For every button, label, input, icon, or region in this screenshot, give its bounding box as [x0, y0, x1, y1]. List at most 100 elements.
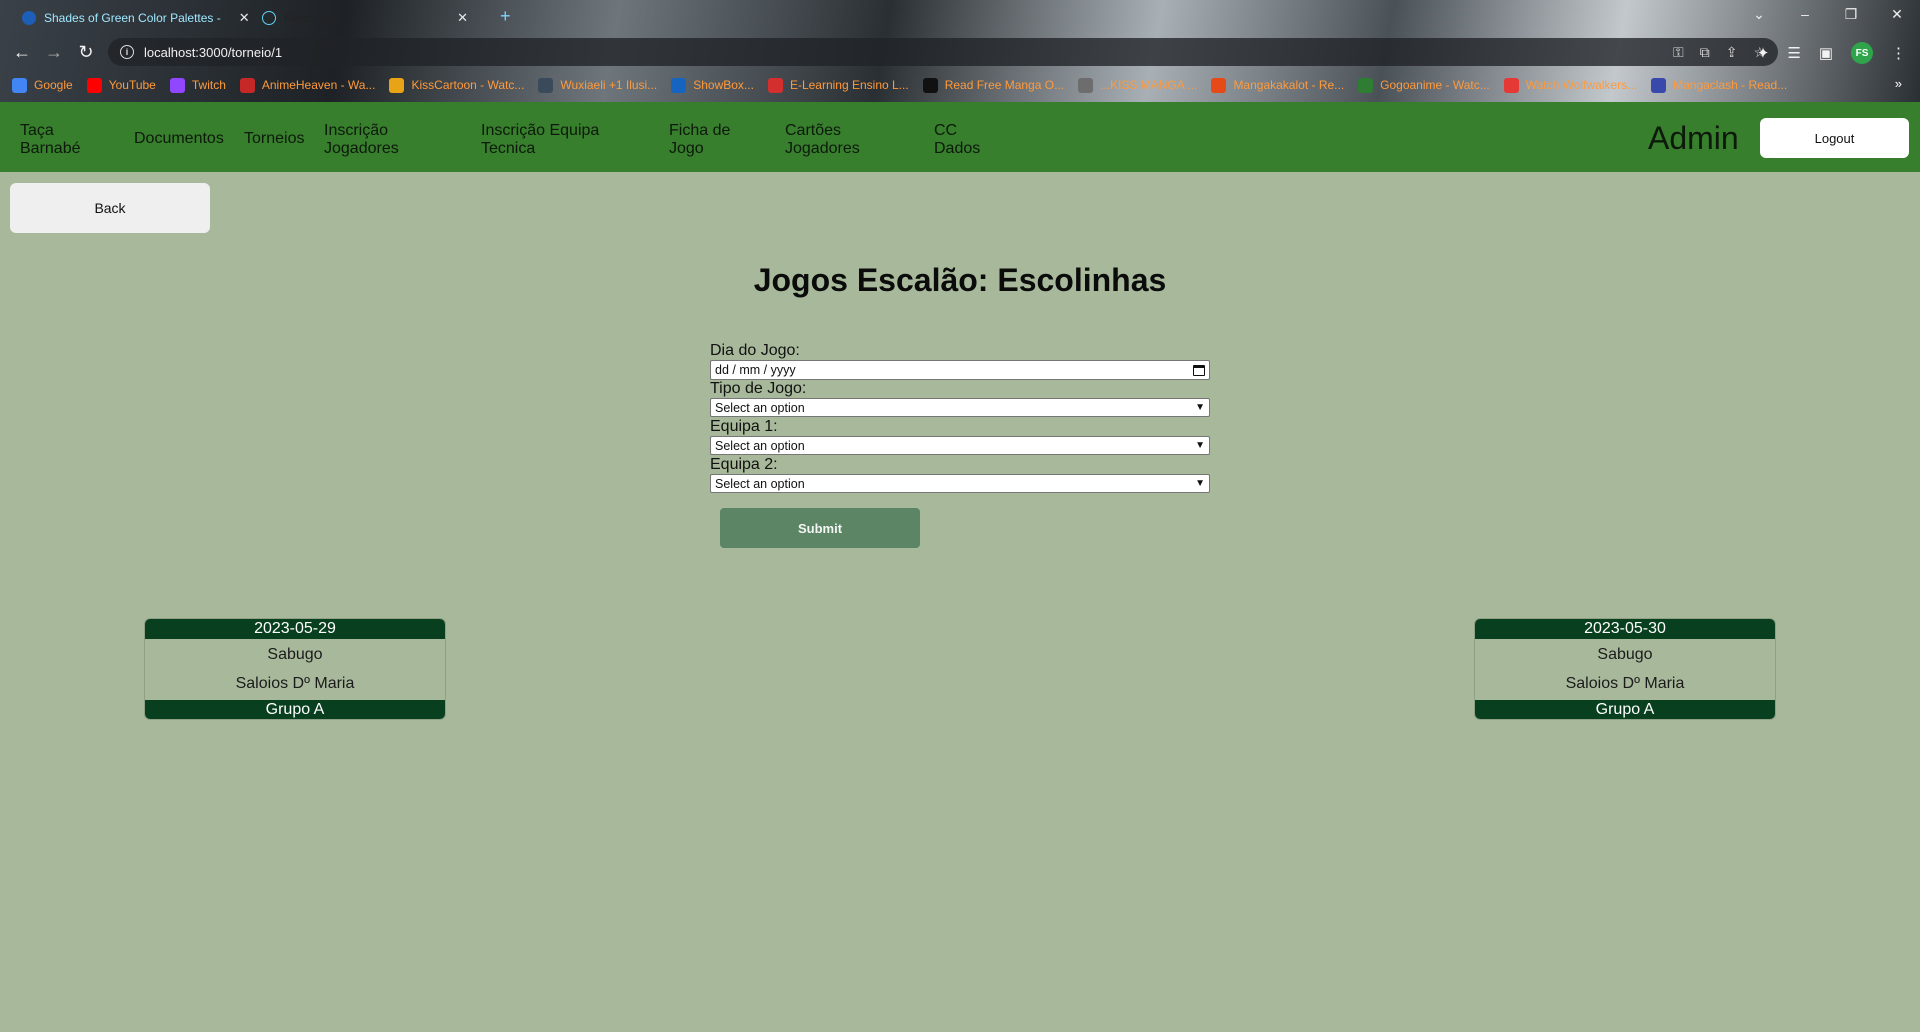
bookmark-item[interactable]: AnimeHeaven - Wa...	[239, 77, 375, 93]
bookmark-label: YouTube	[108, 78, 156, 92]
extensions-area: ✦ ☰ ▣ FS ⋮	[1757, 42, 1906, 64]
equipa2-selected-value: Select an option	[715, 476, 805, 491]
open-external-icon[interactable]: ⧉	[1700, 44, 1710, 61]
window-controls: ⌄ – ❐ ✕	[1736, 6, 1920, 23]
tab-search-icon[interactable]: ⌄	[1736, 6, 1782, 23]
calendar-icon[interactable]	[1193, 364, 1205, 376]
game-group: Grupo A	[145, 700, 445, 719]
forward-arrow-icon[interactable]: →	[38, 42, 70, 63]
bookmark-item[interactable]: Mangaclash - Read...	[1651, 77, 1787, 93]
browser-tab[interactable]: Shades of Green Color Palettes - ✕	[10, 4, 250, 32]
animeheaven-icon	[239, 77, 255, 93]
nav-link-line: Dados	[934, 140, 981, 157]
close-tab-icon[interactable]: ✕	[239, 10, 250, 26]
nav-link-ficha-de-jogo[interactable]: Ficha de Jogo	[669, 122, 730, 158]
bookmark-item[interactable]: Mangakakalot - Re...	[1211, 77, 1344, 93]
nav-link-line: Inscrição	[324, 122, 389, 139]
nav-link-cartoes-jogadores[interactable]: Cartões Jogadores	[785, 122, 860, 158]
reading-list-icon[interactable]: ☰	[1787, 44, 1800, 62]
close-window-icon[interactable]: ✕	[1874, 6, 1920, 23]
minimize-icon[interactable]: –	[1782, 6, 1828, 23]
nav-link-line: Inscrição Equipa	[481, 122, 600, 139]
bookmark-label: Watch Wolfwalkers...	[1525, 78, 1638, 92]
game-team-2: Saloios Dº Maria	[1565, 675, 1685, 692]
game-card[interactable]: 2023-05-30 Sabugo Saloios Dº Maria Grupo…	[1474, 618, 1776, 720]
equipa1-select[interactable]: Select an option ▼	[710, 436, 1210, 455]
tipo-label: Tipo de Jogo:	[710, 380, 807, 397]
reload-icon[interactable]: ↻	[70, 42, 102, 63]
bookmark-item[interactable]: ...KISS MANGA ...	[1078, 77, 1198, 93]
browser-chrome: Shades of Green Color Palettes - ✕ React…	[0, 0, 1920, 102]
kissmanga-icon	[1078, 77, 1094, 93]
equipa2-label: Equipa 2:	[710, 456, 778, 473]
logout-button[interactable]: Logout	[1760, 118, 1909, 158]
address-bar-actions: ⚿ ⧉ ⇪ ☆	[1673, 44, 1766, 61]
tipo-selected-value: Select an option	[715, 400, 805, 415]
bookmark-item[interactable]: YouTube	[86, 77, 156, 93]
nav-link-inscricao-equipa-tecnica[interactable]: Inscrição Equipa Tecnica	[481, 122, 599, 158]
nav-link-line: Barnabé	[20, 140, 81, 157]
restore-icon[interactable]: ❐	[1828, 6, 1874, 23]
game-group: Grupo A	[1475, 700, 1775, 719]
navigation-row: ← → ↻ i localhost:3000/torneio/1 ⚿ ⧉ ⇪ ☆…	[0, 36, 1920, 68]
game-date: 2023-05-29	[145, 619, 445, 639]
menu-icon[interactable]: ⋮	[1891, 44, 1906, 62]
app-navbar: Taça Barnabé Documentos Torneios Inscriç…	[0, 102, 1920, 172]
nav-link-line: CC	[934, 122, 958, 139]
bookmark-label: ShowBox...	[693, 78, 754, 92]
submit-button[interactable]: Submit	[720, 508, 920, 548]
new-tab-icon[interactable]: +	[500, 6, 511, 27]
chevron-down-icon: ▼	[1195, 478, 1205, 489]
wolfwalkers-icon	[1503, 77, 1519, 93]
bookmark-item[interactable]: Read Free Manga O...	[922, 77, 1064, 93]
back-button[interactable]: Back	[10, 183, 210, 233]
bookmark-label: Google	[34, 78, 73, 92]
bookmark-item[interactable]: Google	[12, 77, 73, 93]
key-icon[interactable]: ⚿	[1673, 44, 1684, 61]
close-tab-icon[interactable]: ✕	[457, 10, 468, 26]
mangakakalot-icon	[1211, 77, 1227, 93]
date-input[interactable]: dd / mm / yyyy	[710, 360, 1210, 380]
side-panel-icon[interactable]: ▣	[1819, 44, 1833, 62]
address-bar[interactable]: i localhost:3000/torneio/1 ⚿ ⧉ ⇪ ☆	[108, 38, 1778, 66]
equipa2-select[interactable]: Select an option ▼	[710, 474, 1210, 493]
bookmark-label: Wuxiaeli +1 Ilusi...	[560, 78, 658, 92]
gogoanime-icon	[1358, 77, 1374, 93]
bookmark-label: Gogoanime - Watc...	[1380, 78, 1490, 92]
nav-link-line: Cartões	[785, 122, 842, 139]
equipa1-label: Equipa 1:	[710, 418, 778, 435]
game-card[interactable]: 2023-05-29 Sabugo Saloios Dº Maria Grupo…	[144, 618, 446, 720]
more-bookmarks-icon[interactable]: »	[1895, 76, 1902, 91]
tipo-select[interactable]: Select an option ▼	[710, 398, 1210, 417]
page-title: Jogos Escalão: Escolinhas	[753, 262, 1167, 298]
nav-link-documentos[interactable]: Documentos	[134, 130, 224, 148]
bookmark-label: Twitch	[191, 78, 226, 92]
extensions-icon[interactable]: ✦	[1757, 44, 1770, 62]
bookmark-item[interactable]: Twitch	[169, 77, 226, 93]
nav-link-cc-dados[interactable]: CC Dados	[934, 122, 980, 158]
bookmark-item[interactable]: E-Learning Ensino L...	[767, 77, 909, 93]
nav-link-line: Tecnica	[481, 140, 536, 157]
equipa1-selected-value: Select an option	[715, 438, 805, 453]
date-label: Dia do Jogo:	[710, 342, 800, 359]
bookmark-item[interactable]: Gogoanime - Watc...	[1358, 77, 1490, 93]
game-team-1: Sabugo	[267, 646, 323, 663]
site-info-icon[interactable]: i	[120, 45, 134, 59]
url-text[interactable]: localhost:3000/torneio/1	[144, 45, 282, 60]
bookmark-item[interactable]: Wuxiaeli +1 Ilusi...	[538, 77, 658, 93]
profile-avatar[interactable]: FS	[1851, 42, 1873, 64]
nav-link-line: Ficha de	[669, 122, 731, 139]
nav-link-taca-barnabe[interactable]: Taça Barnabé	[20, 122, 81, 158]
bookmark-item[interactable]: Watch Wolfwalkers...	[1503, 77, 1638, 93]
tab-title: Shades of Green Color Palettes -	[44, 11, 221, 25]
share-icon[interactable]: ⇪	[1726, 44, 1738, 61]
back-arrow-icon[interactable]: ←	[6, 42, 38, 63]
nav-link-line: Jogo	[669, 140, 704, 157]
bookmark-item[interactable]: ShowBox...	[671, 77, 754, 93]
bookmark-item[interactable]: KissCartoon - Watc...	[389, 77, 524, 93]
bookmark-label: ...KISS MANGA ...	[1100, 78, 1198, 92]
browser-tab-active[interactable]: React App ✕	[250, 4, 480, 32]
nav-link-inscricao-jogadores[interactable]: Inscrição Jogadores	[324, 122, 399, 158]
nav-link-line: Documentos	[134, 130, 224, 147]
nav-link-torneios[interactable]: Torneios	[244, 130, 304, 148]
